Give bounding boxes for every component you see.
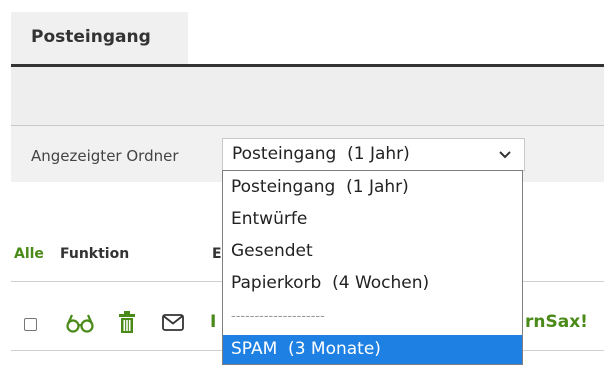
folder-select[interactable]: Posteingang (1 Jahr) bbox=[222, 138, 525, 171]
chevron-down-icon bbox=[499, 151, 511, 159]
folder-option-trash[interactable]: Papierkorb (4 Wochen) bbox=[223, 269, 522, 301]
row-checkbox[interactable] bbox=[24, 318, 37, 331]
folder-option-spam[interactable]: SPAM (3 Monate) bbox=[223, 335, 522, 364]
folder-option-drafts[interactable]: Entwürfe bbox=[223, 205, 522, 237]
row-sender-fragment[interactable]: rnSax! bbox=[525, 312, 588, 332]
trash-icon[interactable] bbox=[118, 310, 136, 334]
folder-select-value: Posteingang (1 Jahr) bbox=[232, 144, 410, 164]
column-header-partial: E bbox=[212, 246, 222, 262]
folder-option-sent[interactable]: Gesendet bbox=[223, 237, 522, 269]
select-all-link[interactable]: Alle bbox=[14, 246, 44, 262]
row-subject-fragment[interactable]: I bbox=[210, 312, 216, 332]
folder-option-separator: -------------------- bbox=[231, 309, 325, 324]
folder-label: Angezeigter Ordner bbox=[31, 147, 179, 165]
toolbar bbox=[11, 67, 604, 126]
folder-option-inbox[interactable]: Posteingang (1 Jahr) bbox=[223, 173, 522, 205]
envelope-icon[interactable] bbox=[162, 314, 184, 331]
tab-posteingang[interactable]: Posteingang bbox=[11, 12, 188, 64]
column-header-function: Funktion bbox=[60, 246, 130, 262]
glasses-icon[interactable] bbox=[66, 312, 94, 334]
folder-dropdown-list: Posteingang (1 Jahr) Entwürfe Gesendet P… bbox=[222, 170, 523, 365]
